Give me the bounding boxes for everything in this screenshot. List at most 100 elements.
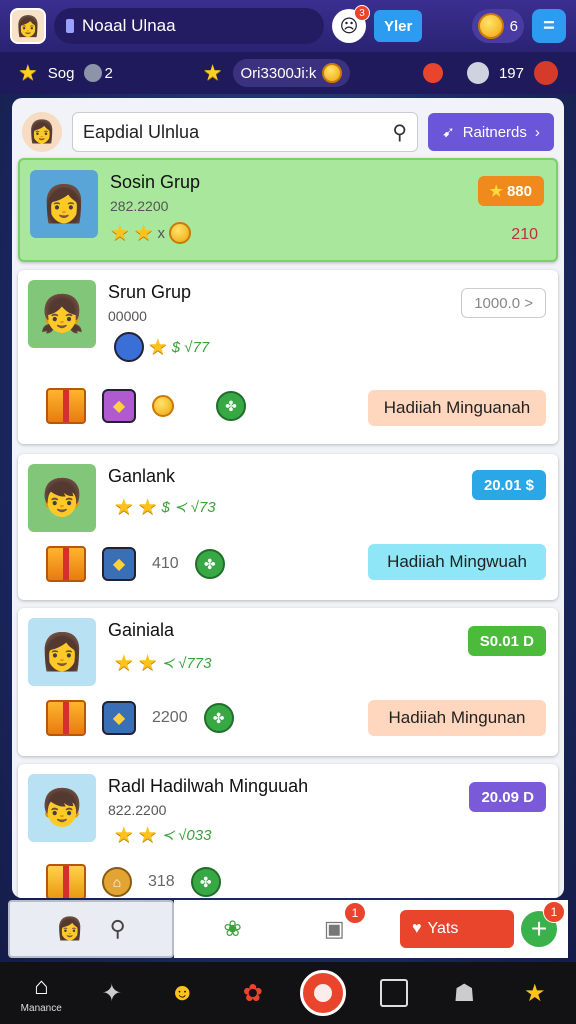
coin-icon [168, 222, 191, 244]
search-value: Eapdial Ulnlua [83, 121, 200, 142]
rewards-button[interactable]: ➹ Raitnerds › [428, 113, 554, 151]
group-card[interactable]: 👩 Gainiala ★ ★ ≺ √773 S0.01 D ◆ 2200 ✤ H… [18, 608, 558, 756]
user-avatar[interactable]: 👩 [22, 112, 62, 152]
group-avatar: 👦 [28, 464, 96, 532]
amount-badge[interactable]: 20.09 D [469, 782, 546, 812]
group-card[interactable]: 👦 Radl Hadilwah Minguuah 822.2200 ★ ★ ≺ … [18, 764, 558, 898]
pets-segment[interactable]: ❀ ▣ 1 [174, 900, 394, 958]
group-avatar: 👧 [28, 280, 96, 348]
alert-icon[interactable] [422, 63, 443, 83]
star-icon: ★ [523, 979, 546, 1007]
stats-left-label: Sog [47, 64, 75, 82]
user-avatar[interactable]: 👩 [56, 916, 83, 942]
rating-text: ≺ √773 [161, 655, 212, 672]
gift-icon [46, 700, 86, 736]
profile-avatar[interactable]: 👩 [10, 8, 46, 44]
gem-box-icon: ◆ [102, 701, 136, 735]
shop-icon[interactable] [534, 61, 558, 85]
coin-icon [477, 13, 504, 39]
score-badge[interactable]: ★ 880 [477, 176, 544, 206]
amount-badge[interactable]: 1000.0 > [461, 288, 546, 318]
group-name: Ganlank [108, 466, 176, 486]
group-avatar: 👩 [30, 170, 98, 238]
gift-icon [46, 388, 86, 424]
home-icon: ⌂ [34, 972, 49, 1000]
weekly-reward-button[interactable]: Hadiiah Mingunan [368, 700, 546, 736]
group-name: Gainiala [108, 620, 175, 640]
star-icon: ★ [114, 650, 134, 675]
search-input[interactable]: Eapdial Ulnlua ⚲ [72, 112, 418, 152]
group-sub: 00000 [108, 308, 147, 324]
top-bar: 👩 Noaal Ulnaa ☹ 3 Yler 6 = [0, 0, 576, 52]
group-name: Radl Hadilwah Minguuah [108, 776, 309, 796]
nav-star[interactable]: ★ [505, 979, 565, 1008]
square-icon [379, 979, 408, 1007]
trophy-icon [46, 864, 86, 898]
nav-home[interactable]: ⌂ Manance [11, 973, 71, 1014]
robot-icon: ☗ [453, 979, 475, 1007]
rating-row: ★ ★ ≺ √033 [114, 822, 211, 848]
gift-icon [46, 546, 86, 582]
rating-row: ★ $ √77 [114, 332, 209, 362]
rating-text: ≺ √033 [161, 827, 212, 844]
star-icon: ★ [114, 822, 134, 847]
add-button[interactable]: + 1 [518, 901, 565, 950]
star-icon: ★ [18, 60, 38, 85]
weekly-reward-button[interactable]: Hadiiah Mingwuah [368, 544, 546, 580]
points-counter[interactable]: Ori3300Ji:k [232, 59, 351, 87]
rating-suffix: x [157, 224, 165, 242]
star-icon: ★ [110, 220, 130, 245]
pet-icon[interactable]: ❀ [223, 916, 241, 942]
profile-search-segment[interactable]: 👩 ⚲ [8, 900, 174, 958]
clover-icon: ✤ [194, 549, 225, 579]
points-value: Ori3300Ji:k [240, 64, 317, 82]
nav-flower[interactable]: ✿ [223, 979, 283, 1008]
nav-center[interactable] [293, 970, 353, 1016]
group-sub: 822.2200 [108, 802, 167, 818]
house-icon: ⌂ [102, 867, 132, 897]
group-card[interactable]: 👧 Srun Grup 00000 ★ $ √77 1000.0 > ◆ ✤ H… [18, 270, 558, 444]
nav-square[interactable] [364, 979, 424, 1007]
send-icon: ➹ [442, 124, 455, 141]
star-icon: ★ [133, 220, 154, 245]
group-value: 210 [511, 226, 538, 243]
nav-emoji[interactable]: ☻ [152, 979, 212, 1007]
nav-robot[interactable]: ☗ [434, 979, 494, 1008]
amount-badge[interactable]: S0.01 D [467, 626, 546, 656]
notification-badge: 3 [354, 5, 370, 21]
search-icon[interactable]: ⚲ [392, 120, 407, 145]
rating-row: ★ ★ $ ≺ √73 [114, 494, 216, 520]
menu-button[interactable]: = [532, 9, 566, 43]
app-title: Noaal Ulnaa [82, 16, 176, 35]
group-name: Srun Grup [108, 282, 192, 302]
robot-icon [466, 62, 489, 84]
stats-left-suffix: 2 [104, 64, 113, 82]
item-value: 318 [148, 873, 175, 890]
search-row: 👩 Eapdial Ulnlua ⚲ ➹ Raitnerds › [12, 98, 564, 156]
clover-icon: ✤ [203, 703, 234, 733]
group-avatar: 👩 [28, 618, 96, 686]
like-button[interactable]: ♥ Yats [400, 910, 514, 948]
rating-text: $ ≺ √73 [161, 499, 216, 516]
group-avatar: 👦 [28, 774, 96, 842]
item-row: ◆ 410 ✤ [46, 546, 225, 582]
star-icon: ★ [137, 494, 158, 519]
robot-icon[interactable]: ▣ [324, 916, 345, 942]
star-icon: ★ [114, 494, 134, 519]
nav-compass[interactable]: ✦ [82, 979, 142, 1008]
star-icon: ★ [148, 334, 168, 359]
group-list-panel: 👩 Eapdial Ulnlua ⚲ ➹ Raitnerds › 👩 Sosin… [12, 98, 564, 898]
title-pill[interactable]: Noaal Ulnaa [54, 8, 324, 44]
group-card[interactable]: 👦 Ganlank ★ ★ $ ≺ √73 20.01 $ ◆ 410 ✤ Ha… [18, 454, 558, 600]
stats-right-value: 197 [498, 64, 524, 82]
item-row: ◆ 2200 ✤ [46, 700, 234, 736]
amount-badge[interactable]: 20.01 $ [471, 470, 546, 500]
notification-face-icon[interactable]: ☹ 3 [332, 5, 370, 43]
notification-badge: 1 [543, 901, 565, 923]
weekly-reward-button[interactable]: Hadiiah Minguanah [368, 390, 546, 426]
coin-counter[interactable]: 6 [471, 9, 524, 43]
yler-button[interactable]: Yler [374, 10, 423, 42]
search-icon[interactable]: ⚲ [110, 916, 126, 942]
star-icon: ★ [137, 650, 158, 675]
group-card[interactable]: 👩 Sosin Grup 282.2200 ★ ★ x ★ 880 210 [18, 158, 558, 262]
